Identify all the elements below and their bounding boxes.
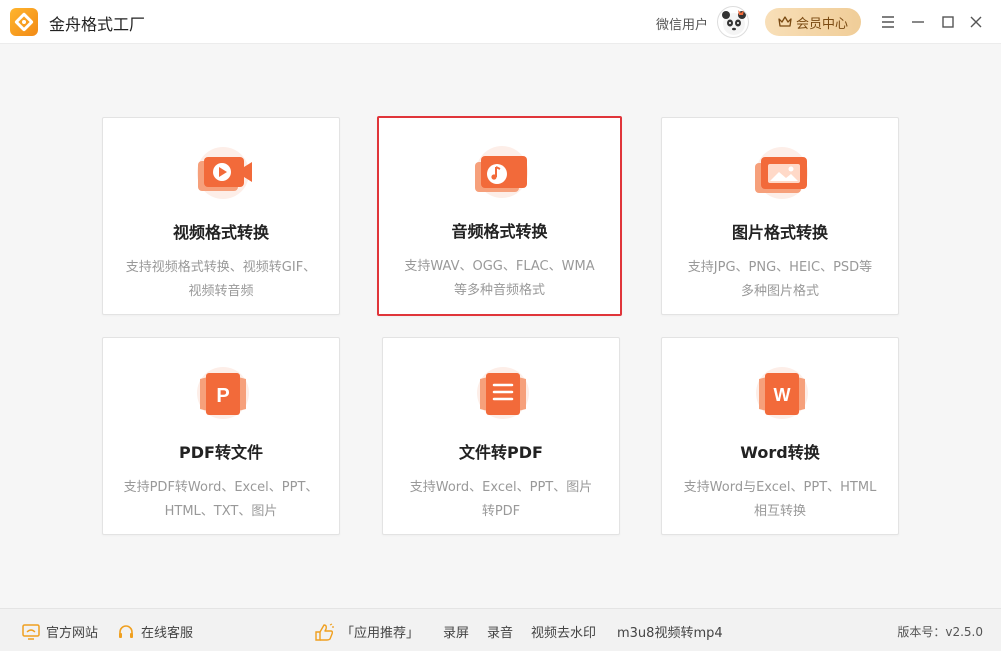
online-support-link[interactable]: 在线客服 [117,622,193,641]
avatar[interactable] [717,6,749,38]
footer-bar: 官方网站 在线客服 「应用推荐」 录屏 录音 视频去水印 m3u8视频转mp4 … [0,608,1001,651]
footer-link-label: 录音 [487,626,514,641]
app-recommend-label: 「应用推荐」 [341,626,420,641]
app-logo-icon [10,8,38,36]
vip-center-label: 会员中心 [795,16,848,32]
footer-link-m3u8-to-mp4[interactable]: m3u8视频转mp4 [617,622,723,641]
crown-icon [778,16,792,27]
card-description: 支持Word与Excel、PPT、HTML 相互转换 [674,476,886,524]
card-title: 文件转PDF [459,443,543,462]
music-icon [471,144,533,200]
menu-icon[interactable] [878,12,898,32]
card-description-line: 多种图片格式 [740,284,819,299]
close-icon[interactable] [966,12,986,32]
word-icon: W [751,365,813,421]
card-pdf-to-file[interactable]: P PDF转文件 支持PDF转Word、Excel、PPT、 HTML、TXT、… [102,337,340,535]
footer-link-label: m3u8视频转mp4 [617,626,723,641]
footer-link-screen-record[interactable]: 录屏 [443,622,469,641]
card-description-line: HTML、TXT、图片 [164,504,278,519]
card-description-line: 支持JPG、PNG、HEIC、PSD等 [687,260,873,275]
minimize-icon[interactable] [908,12,928,32]
official-website-link[interactable]: 官方网站 [22,622,98,641]
card-video-convert[interactable]: 视频格式转换 支持视频格式转换、视频转GIF、 视频转音频 [102,117,340,315]
card-title: 音频格式转换 [451,222,548,241]
card-title: PDF转文件 [179,443,263,462]
footer-link-audio-record[interactable]: 录音 [487,622,513,641]
card-description: 支持视频格式转换、视频转GIF、 视频转音频 [115,256,327,304]
video-icon [192,145,254,201]
card-description-line: 等多种音频格式 [453,283,545,298]
card-description-line: 支持WAV、OGG、FLAC、WMA [404,259,595,274]
panda-avatar-icon [722,10,746,35]
monitor-icon [22,623,40,640]
card-image-convert[interactable]: 图片格式转换 支持JPG、PNG、HEIC、PSD等 多种图片格式 [661,117,899,315]
card-description: 支持PDF转Word、Excel、PPT、 HTML、TXT、图片 [115,476,327,524]
official-website-label: 官方网站 [46,626,99,641]
card-description: 支持WAV、OGG、FLAC、WMA 等多种音频格式 [391,255,608,303]
footer-link-label: 视频去水印 [531,626,597,641]
card-description: 支持Word、Excel、PPT、图片 转PDF [395,476,607,524]
card-title: 视频格式转换 [172,223,269,242]
headset-icon [119,624,133,638]
document-icon [472,365,534,421]
title-bar: 金舟格式工厂 微信用户 会员中心 [0,0,1001,44]
card-title: Word转换 [740,443,820,462]
app-recommend[interactable]: 「应用推荐」 [313,622,419,641]
card-file-to-pdf[interactable]: 文件转PDF 支持Word、Excel、PPT、图片 转PDF [382,337,620,535]
card-description-line: 支持Word、Excel、PPT、图片 [409,480,593,495]
maximize-icon[interactable] [938,12,958,32]
thumbs-up-icon [315,622,334,641]
vip-center-button[interactable]: 会员中心 [765,8,861,36]
card-word-convert[interactable]: W Word转换 支持Word与Excel、PPT、HTML 相互转换 [661,337,899,535]
footer-link-watermark-remove[interactable]: 视频去水印 [531,622,596,641]
user-name[interactable]: 微信用户 [656,14,708,33]
svg-text:P: P [216,385,229,407]
card-description: 支持JPG、PNG、HEIC、PSD等 多种图片格式 [674,256,886,304]
footer-link-label: 录屏 [443,626,470,641]
card-description-line: 支持Word与Excel、PPT、HTML [683,480,877,495]
online-support-label: 在线客服 [141,626,194,641]
image-icon [751,145,813,201]
card-description-line: 转PDF [481,504,521,519]
card-description-line: 相互转换 [753,504,806,519]
card-description-line: 支持PDF转Word、Excel、PPT、 [123,480,319,495]
version-label: 版本号：v2.5.0 [897,625,983,639]
card-audio-convert[interactable]: 音频格式转换 支持WAV、OGG、FLAC、WMA 等多种音频格式 [377,116,622,316]
card-description-line: 视频转音频 [188,284,254,299]
pdf-icon: P [192,365,254,421]
card-title: 图片格式转换 [731,223,828,242]
app-title: 金舟格式工厂 [49,15,146,34]
card-description-line: 支持视频格式转换、视频转GIF、 [125,260,317,275]
svg-text:W: W [774,385,791,405]
